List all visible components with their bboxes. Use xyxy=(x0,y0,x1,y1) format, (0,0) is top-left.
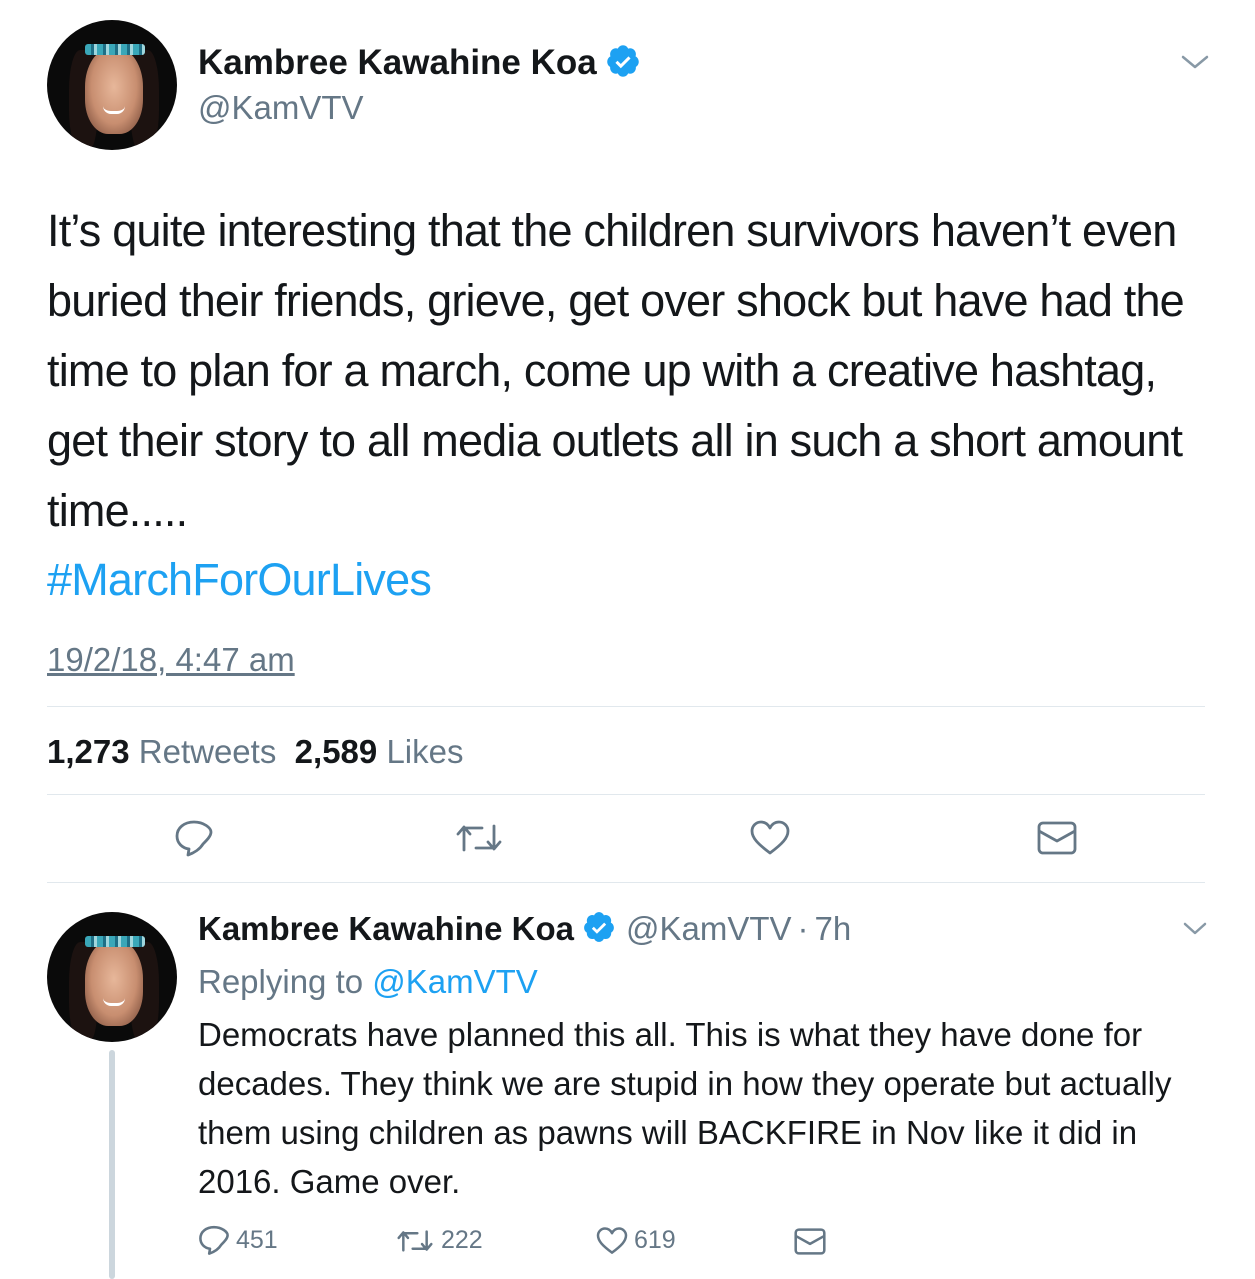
verified-badge-icon xyxy=(582,910,616,949)
divider xyxy=(47,882,1205,883)
author-name-row: Kambree Kawahine Koa xyxy=(198,40,641,86)
author-avatar[interactable] xyxy=(47,20,177,150)
message-icon xyxy=(1037,821,1077,855)
retweet-count: 222 xyxy=(441,1226,483,1254)
reply-icon xyxy=(175,820,213,857)
author-name[interactable]: Kambree Kawahine Koa xyxy=(198,43,597,83)
retweets-label[interactable]: Retweets xyxy=(139,733,277,770)
message-button[interactable] xyxy=(1037,821,1077,855)
reply-text: Democrats have planned this all. This is… xyxy=(198,1016,1172,1200)
author-handle[interactable]: @KamVTV xyxy=(198,86,364,130)
likes-count[interactable]: 2,589 xyxy=(295,733,378,770)
message-icon xyxy=(794,1228,826,1255)
likes-label[interactable]: Likes xyxy=(386,733,463,770)
like-icon xyxy=(596,1226,628,1254)
reply-age[interactable]: 7h xyxy=(815,910,852,948)
reply-author-handle[interactable]: @KamVTV xyxy=(626,910,792,948)
divider xyxy=(47,794,1205,795)
meta-separator: · xyxy=(797,910,809,947)
tweet-stats: 1,273 Retweets 2,589 Likes xyxy=(47,730,463,774)
replying-to-label: Replying to xyxy=(198,963,364,1000)
verified-badge-icon xyxy=(605,43,641,84)
like-count: 619 xyxy=(634,1226,676,1254)
reply-author-name[interactable]: Kambree Kawahine Koa xyxy=(198,910,574,948)
like-icon xyxy=(750,820,790,855)
reply-reply-button[interactable]: 451 xyxy=(198,1224,278,1256)
reply-count: 451 xyxy=(236,1225,278,1254)
reply-like-button[interactable]: 619 xyxy=(596,1226,676,1255)
reply-author-row: Kambree Kawahine Koa @KamVTV · 7h xyxy=(198,907,851,951)
reply-author-avatar[interactable] xyxy=(47,912,177,1042)
retweet-icon xyxy=(456,824,502,852)
tweet-menu-chevron-down-icon[interactable] xyxy=(1180,52,1210,77)
reply-retweet-button[interactable]: 222 xyxy=(395,1226,483,1255)
retweet-button[interactable] xyxy=(454,820,504,856)
tweet-timestamp[interactable]: 19/2/18, 4:47 am xyxy=(47,638,295,682)
hashtag-link[interactable]: #MarchForOurLives xyxy=(47,545,432,615)
reply-menu-chevron-down-icon[interactable] xyxy=(1182,920,1208,943)
like-button[interactable] xyxy=(750,820,790,856)
replying-to: Replying to @KamVTV xyxy=(198,960,538,1004)
reply-icon xyxy=(199,1225,229,1255)
replying-to-handle[interactable]: @KamVTV xyxy=(372,963,538,1000)
reply-message-button[interactable] xyxy=(794,1228,826,1255)
divider xyxy=(47,706,1205,707)
tweet-text: It’s quite interesting that the children… xyxy=(47,205,1185,536)
reply-button[interactable] xyxy=(174,818,214,858)
retweet-icon xyxy=(397,1229,433,1252)
thread-line xyxy=(109,1050,115,1279)
retweets-count[interactable]: 1,273 xyxy=(47,733,130,770)
